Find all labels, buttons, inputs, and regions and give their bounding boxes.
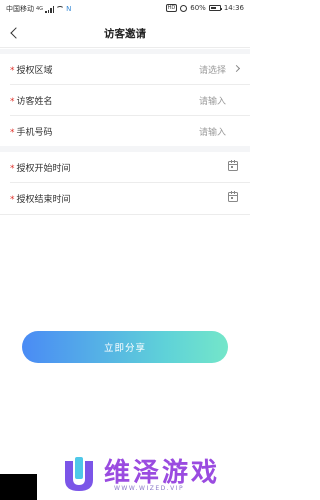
nav-bar: 访客邀请 (0, 18, 250, 48)
required-mark: * (10, 195, 15, 205)
network-type: 4G (36, 6, 44, 12)
corner-block (0, 474, 37, 500)
watermark-text: 维泽游戏 (104, 458, 221, 488)
required-mark: * (10, 66, 15, 76)
page-title: 访客邀请 (104, 28, 146, 40)
battery-icon (208, 5, 223, 11)
signal-icon (45, 5, 55, 13)
field-area[interactable]: * 授权区域 请选择 (0, 54, 250, 84)
share-button[interactable]: 立即分享 (22, 331, 228, 363)
divider (0, 214, 250, 215)
calendar-icon[interactable] (228, 191, 238, 202)
field-start-time[interactable]: * 授权开始时间 (0, 152, 250, 182)
hd-badge: HD (165, 4, 178, 12)
required-mark: * (10, 97, 15, 107)
field-start-label: * 授权开始时间 (10, 161, 71, 174)
area-select[interactable]: 请选择 (199, 63, 226, 76)
field-phone[interactable]: * 手机号码 请输入 (0, 116, 250, 146)
required-mark: * (10, 128, 15, 138)
required-mark: * (10, 164, 15, 174)
chevron-right-icon (232, 64, 241, 73)
visitor-name-input[interactable]: 请输入 (199, 94, 226, 107)
alarm-icon (180, 4, 188, 12)
calendar-icon[interactable] (228, 160, 238, 171)
field-phone-text: 手机号码 (16, 128, 53, 138)
field-end-time[interactable]: * 授权结束时间 (0, 183, 250, 213)
field-end-label: * 授权结束时间 (10, 192, 71, 205)
status-right: HD 60% 14:36 (165, 4, 244, 12)
field-visitor-name[interactable]: * 访客姓名 请输入 (0, 85, 250, 115)
battery-level (210, 7, 217, 9)
status-bar: 中国移动 4G N HD 60% 14:36 (0, 0, 250, 18)
field-name-label: * 访客姓名 (10, 94, 53, 107)
clock: 14:36 (223, 4, 244, 12)
field-name-text: 访客姓名 (16, 97, 53, 107)
field-end-text: 授权结束时间 (16, 195, 71, 205)
watermark-logo-icon (65, 457, 93, 491)
wifi-icon (56, 6, 65, 12)
watermark-subtext: WWW.WIZED.VIP (114, 485, 185, 492)
nfc-icon: N (66, 5, 72, 13)
status-left: 中国移动 4G N (6, 4, 71, 14)
phone-input[interactable]: 请输入 (199, 125, 226, 138)
field-start-text: 授权开始时间 (16, 164, 71, 174)
field-area-label: * 授权区域 (10, 63, 53, 76)
battery-percent: 60% (190, 4, 206, 12)
field-phone-label: * 手机号码 (10, 125, 53, 138)
carrier-name: 中国移动 (6, 5, 34, 13)
field-area-text: 授权区域 (16, 66, 53, 76)
